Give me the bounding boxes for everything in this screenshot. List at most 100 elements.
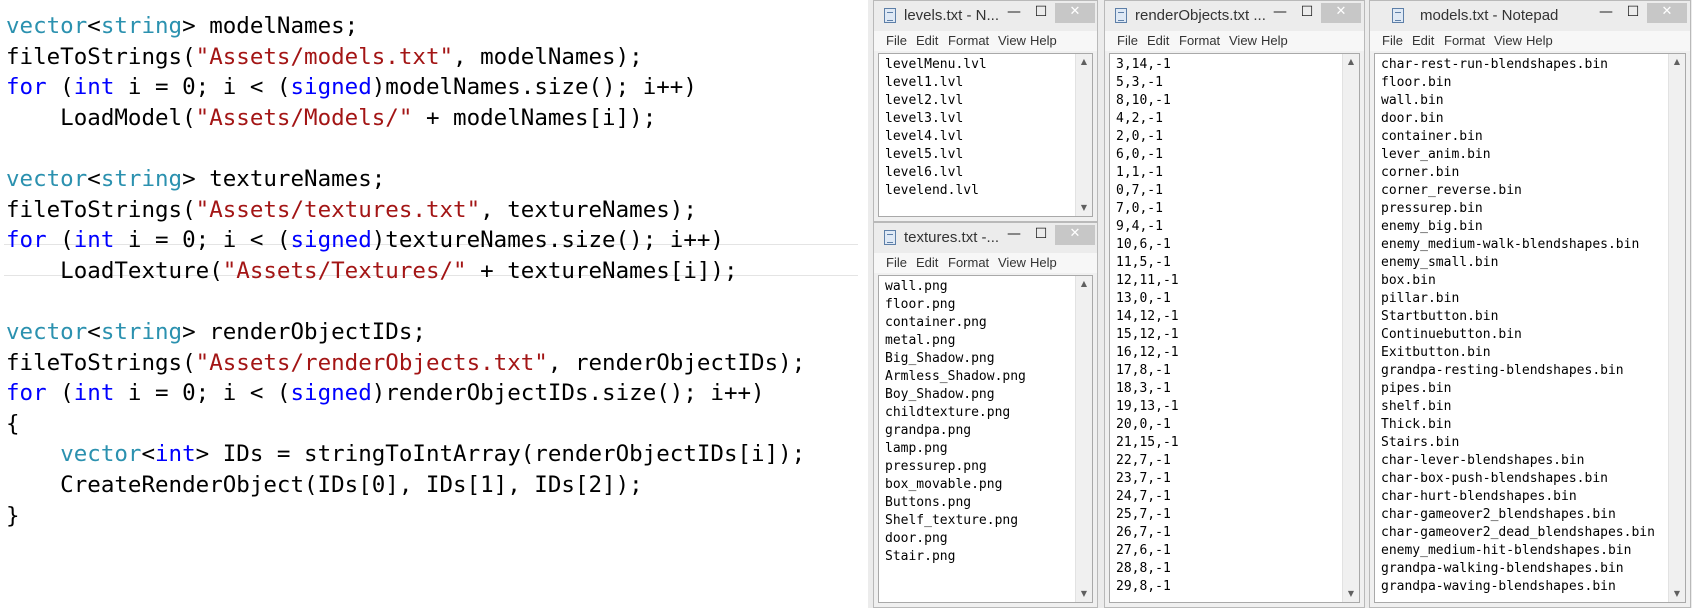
menu-item-edit[interactable]: Edit (916, 255, 938, 271)
text-line: 26,7,-1 (1116, 525, 1171, 540)
scroll-up-icon[interactable]: ▲ (1076, 276, 1092, 292)
menu-item-format[interactable]: Format (1444, 33, 1485, 49)
scroll-up-icon[interactable]: ▲ (1669, 54, 1685, 70)
text-line: pressurep.bin (1381, 201, 1483, 216)
text-line: 27,6,-1 (1116, 543, 1171, 558)
text-line: pipes.bin (1381, 381, 1452, 396)
notepad-window-models[interactable]: models.txt - Notepad — ☐ ✕ File Edit Forma… (1369, 0, 1691, 608)
title-bar[interactable]: renderObjects.txt ... — ☐ ✕ (1105, 1, 1364, 31)
maximize-icon[interactable]: ☐ (1294, 3, 1320, 23)
text-line: char-rest-run-blendshapes.bin (1381, 57, 1608, 72)
close-icon[interactable]: ✕ (1321, 3, 1361, 23)
code-token: ( (46, 74, 74, 101)
text-line: 0,7,-1 (1116, 183, 1163, 198)
code-token: "Assets/Models/" (195, 104, 413, 131)
scroll-down-icon[interactable]: ▼ (1669, 586, 1685, 602)
text-line: 9,4,-1 (1116, 219, 1163, 234)
menu-item-help[interactable]: Help (1030, 33, 1057, 49)
title-bar[interactable]: levels.txt - N... — ☐ ✕ (874, 1, 1097, 31)
notepad-window-textures[interactable]: textures.txt -... — ☐ ✕ File Edit Format Vi… (873, 222, 1098, 608)
code-line: vector<string> renderObjectIDs; (6, 316, 426, 349)
vertical-scrollbar[interactable]: ▲ ▼ (1668, 54, 1685, 602)
scroll-down-icon[interactable]: ▼ (1343, 586, 1359, 602)
close-icon[interactable]: ✕ (1647, 3, 1687, 23)
text-line: 28,8,-1 (1116, 561, 1171, 576)
minimize-icon[interactable]: — (1593, 3, 1619, 23)
code-token: i = 0; i < ( (114, 227, 291, 254)
code-token: string (100, 13, 183, 39)
menu-item-edit[interactable]: Edit (1147, 33, 1169, 49)
title-bar[interactable]: models.txt - Notepad — ☐ ✕ (1370, 1, 1690, 31)
code-token: < (87, 13, 101, 39)
text-area[interactable]: wall.png floor.png container.png metal.png B… (878, 275, 1093, 603)
text-line: 10,6,-1 (1116, 237, 1171, 252)
notepad-icon (1115, 8, 1127, 23)
text-line: level1.lvl (885, 75, 964, 90)
text-line: 12,11,-1 (1116, 273, 1179, 288)
code-token: > textureNames; (182, 166, 386, 192)
minimize-icon[interactable]: — (1001, 225, 1027, 245)
menu-item-edit[interactable]: Edit (916, 33, 938, 49)
maximize-icon[interactable]: ☐ (1620, 3, 1646, 23)
menu-item-file[interactable]: File (886, 255, 907, 271)
text-line: 19,13,-1 (1116, 399, 1179, 414)
scroll-up-icon[interactable]: ▲ (1076, 54, 1092, 70)
text-area[interactable]: char-rest-run-blendshapes.bin floor.bin wa… (1374, 53, 1686, 603)
text-line: 25,7,-1 (1116, 507, 1171, 522)
menu-bar: File Edit Format View Help (874, 253, 1097, 273)
maximize-icon[interactable]: ☐ (1028, 3, 1054, 23)
maximize-icon[interactable]: ☐ (1028, 225, 1054, 245)
close-icon[interactable]: ✕ (1055, 225, 1095, 245)
menu-item-edit[interactable]: Edit (1412, 33, 1434, 49)
code-editor[interactable]: vector<string> modelNames; fileToStrings(… (0, 0, 862, 608)
menu-item-help[interactable]: Help (1030, 255, 1057, 271)
minimize-icon[interactable]: — (1267, 3, 1293, 23)
code-token: < (87, 319, 101, 345)
vertical-scrollbar[interactable]: ▲ ▼ (1075, 276, 1092, 602)
code-token: string (100, 319, 183, 345)
text-area[interactable]: 3,14,-1 5,3,-1 8,10,-1 4,2,-1 2,0,-1 6,0,-1 1,… (1109, 53, 1360, 603)
menu-item-file[interactable]: File (886, 33, 907, 49)
code-token: > IDs = stringToIntArray(renderObjectIDs… (195, 441, 806, 468)
menu-item-file[interactable]: File (1382, 33, 1403, 49)
code-token: , textureNames); (480, 196, 697, 223)
text-line: char-gameover2_dead_blendshapes.bin (1381, 525, 1655, 540)
menu-item-view[interactable]: View (998, 255, 1026, 271)
notepad-window-levels[interactable]: levels.txt - N... — ☐ ✕ File Edit Format Vi… (873, 0, 1098, 222)
menu-item-view[interactable]: View (998, 33, 1026, 49)
menu-item-view[interactable]: View (1494, 33, 1522, 49)
text-line: 3,14,-1 (1116, 57, 1171, 72)
code-token: CreateRenderObject(IDs[0], IDs[1], IDs[2… (6, 472, 643, 498)
notepad-icon (884, 230, 896, 245)
menu-item-format[interactable]: Format (948, 33, 989, 49)
scroll-down-icon[interactable]: ▼ (1076, 200, 1092, 216)
menu-item-help[interactable]: Help (1261, 33, 1288, 49)
close-icon[interactable]: ✕ (1055, 3, 1095, 23)
notepad-icon (884, 8, 896, 23)
scroll-down-icon[interactable]: ▼ (1076, 586, 1092, 602)
menu-item-file[interactable]: File (1117, 33, 1138, 49)
text-line: box_movable.png (885, 477, 1003, 492)
text-line: level5.lvl (885, 147, 964, 162)
notepad-window-render-objects[interactable]: renderObjects.txt ... — ☐ ✕ File Edit Form… (1104, 0, 1365, 608)
vertical-scrollbar[interactable]: ▲ ▼ (1075, 54, 1092, 216)
text-line: level3.lvl (885, 111, 964, 126)
menu-item-view[interactable]: View (1229, 33, 1257, 49)
vertical-scrollbar[interactable]: ▲ ▼ (1342, 54, 1359, 602)
file-text: char-rest-run-blendshapes.bin floor.bin wa… (1381, 56, 1655, 596)
code-token: int (73, 227, 115, 254)
menu-item-help[interactable]: Help (1526, 33, 1553, 49)
minimize-icon[interactable]: — (1001, 3, 1027, 23)
code-token: + textureNames[i]); (466, 257, 738, 284)
code-token: vector (6, 319, 88, 345)
code-token: "Assets/textures.txt" (195, 196, 481, 223)
text-line: char-gameover2_blendshapes.bin (1381, 507, 1616, 522)
title-bar[interactable]: textures.txt -... — ☐ ✕ (874, 223, 1097, 253)
text-line: levelMenu.lvl (885, 57, 987, 72)
code-token: vector (60, 441, 142, 468)
scroll-up-icon[interactable]: ▲ (1343, 54, 1359, 70)
text-area[interactable]: levelMenu.lvl level1.lvl level2.lvl level3.… (878, 53, 1093, 217)
code-token: } (6, 502, 20, 529)
menu-item-format[interactable]: Format (948, 255, 989, 271)
menu-item-format[interactable]: Format (1179, 33, 1220, 49)
